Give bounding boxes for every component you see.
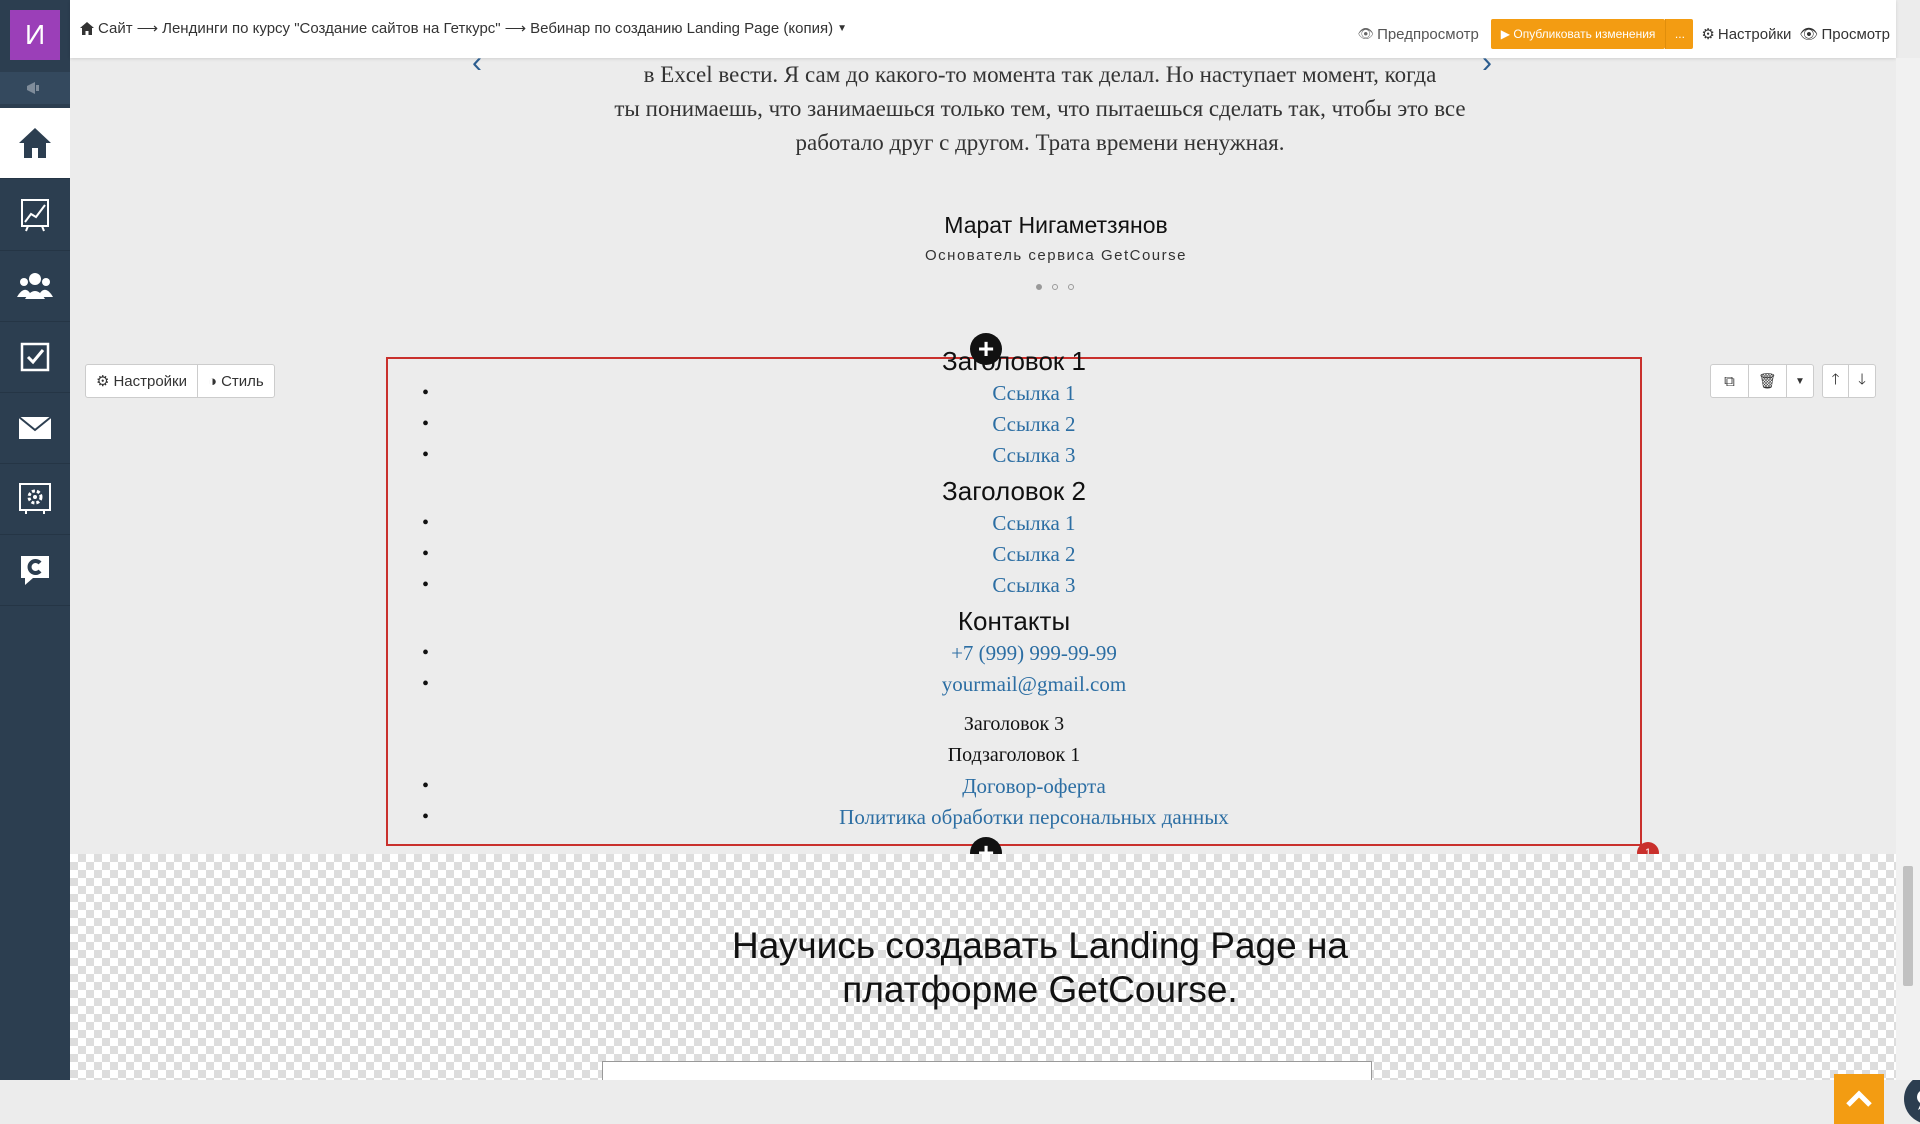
preview-label: Предпросмотр [1377,25,1479,43]
menu-subheading: Подзаголовок 1 [947,744,1081,766]
cta-heading: Научись создавать Landing Page на платфо… [570,924,1510,1012]
quote-line: в Excel вести. Я сам до какого-то момент… [643,62,1437,87]
block-style-button[interactable]: ◑ Стиль [198,365,274,397]
top-bar: Сайт ⟶ Лендинги по курсу "Создание сайто… [70,0,1896,58]
menu-link[interactable]: Ссылка 3 [386,570,1642,601]
block-settings-label: Настройки [113,372,188,390]
slider-dots [1036,284,1074,290]
gear-icon: ⚙ [1701,26,1715,43]
preview-button[interactable]: 👁 Предпросмотр [1358,26,1479,43]
chat-button[interactable] [1904,1074,1920,1124]
slider-dot[interactable] [1068,284,1074,290]
offer-link[interactable]: Договор-оферта [386,771,1642,802]
gear-icon: ⚙ [96,373,110,390]
trash-icon[interactable]: 🗑 [1749,365,1787,397]
breadcrumb-page[interactable]: Вебинар по созданию Landing Page (копия) [530,20,833,37]
block-move-toolbar: 🡑 🡓 [1822,364,1876,398]
view-button[interactable]: 👁 Просмотр [1799,25,1890,44]
scroll-top-button[interactable] [1834,1074,1884,1124]
menu-heading-small: Заголовок 3 [963,713,1065,735]
arrow-right-icon: ⟶ [504,20,527,37]
getcourse-icon[interactable] [0,535,70,606]
menu-heading: Заголовок 1 [942,346,1086,376]
copy-icon[interactable]: ⧉ [1711,365,1749,397]
quote-line: работало друг с другом. Трата времени не… [795,130,1285,155]
breadcrumb-site[interactable]: Сайт [98,20,133,37]
email-link[interactable]: yourmail@gmail.com [386,669,1642,700]
arrow-down-icon[interactable]: 🡓 [1849,365,1875,397]
home-icon[interactable] [0,108,70,179]
testimonial-role: Основатель сервиса GetCourse [925,247,1187,264]
breadcrumb-section[interactable]: Лендинги по курсу "Создание сайтов на Ге… [162,20,501,37]
contrast-icon: ◑ [208,372,218,390]
block-actions-toolbar: ⧉ 🗑 ▼ [1710,364,1814,398]
account-logo[interactable]: И [10,10,60,60]
cta-form[interactable] [602,1061,1372,1080]
menu-link[interactable]: Ссылка 2 [386,539,1642,570]
block-left-toolbar: ⚙ Настройки ◑ Стиль [85,364,275,398]
block-style-label: Стиль [221,372,264,390]
menu-link[interactable]: Ссылка 2 [386,409,1642,440]
eye-slash-icon: 👁 [1357,26,1375,41]
top-actions: 👁 Предпросмотр ▶ Опубликовать изменения … [1358,19,1890,49]
quote-line: ты понимаешь, что занимаешься только тем… [614,96,1466,121]
cta-heading-line: Научись создавать Landing Page на [732,925,1348,966]
breadcrumb: Сайт ⟶ Лендинги по курсу "Создание сайто… [80,19,847,37]
testimonial-author: Марат Нигаметзянов [944,212,1168,238]
sidebar: И [0,0,70,1080]
settings-label: Настройки [1717,25,1792,43]
privacy-policy-link[interactable]: Политика обработки персональных данных [386,802,1642,833]
slider-dot[interactable] [1052,284,1058,290]
testimonial-quote: в Excel вести. Я сам до какого-то момент… [570,58,1510,160]
menu-heading: Заголовок 2 [942,476,1086,506]
menu-heading: Контакты [957,606,1071,636]
editor-canvas: ‹ › в Excel вести. Я сам до какого-то мо… [70,46,1920,1124]
phone-link[interactable]: +7 (999) 999-99-99 [386,638,1642,669]
users-icon[interactable] [0,251,70,322]
home-icon [80,21,94,35]
footer-menu-block: Заголовок 1 Ссылка 1 Ссылка 2 Ссылка 3 З… [386,345,1642,833]
page-scrollbar[interactable] [1896,58,1920,1080]
tasks-icon[interactable] [0,322,70,393]
slider-prev-icon[interactable]: ‹ [472,46,482,80]
publish-button[interactable]: ▶ Опубликовать изменения [1490,19,1666,49]
settings-button[interactable]: ⚙ Настройки [1701,25,1792,44]
cta-heading-line: платформе GetCourse. [842,969,1238,1010]
add-block-above-button[interactable]: + [970,333,1002,365]
eye-icon: 👁 [1799,26,1819,43]
chart-icon[interactable] [0,180,70,251]
menu-link[interactable]: Ссылка 1 [386,508,1642,539]
menu-link[interactable]: Ссылка 1 [386,378,1642,409]
scrollbar-thumb[interactable] [1903,866,1913,986]
caret-down-icon[interactable]: ▼ [1787,365,1813,397]
menu-link[interactable]: Ссылка 3 [386,440,1642,471]
arrow-up-icon[interactable]: 🡑 [1823,365,1849,397]
megaphone-icon[interactable] [0,72,70,104]
mail-icon[interactable] [0,393,70,464]
block-settings-button[interactable]: ⚙ Настройки [86,365,199,397]
view-label: Просмотр [1821,25,1890,43]
publish-more-button[interactable]: ... [1665,19,1694,49]
settings-box-icon[interactable] [0,464,70,535]
chevron-up-icon [1846,1090,1872,1107]
chat-icon [1917,1091,1920,1110]
caret-down-icon[interactable]: ▼ [837,23,847,34]
arrow-right-icon: ⟶ [136,20,159,37]
slider-dot[interactable] [1036,284,1042,290]
